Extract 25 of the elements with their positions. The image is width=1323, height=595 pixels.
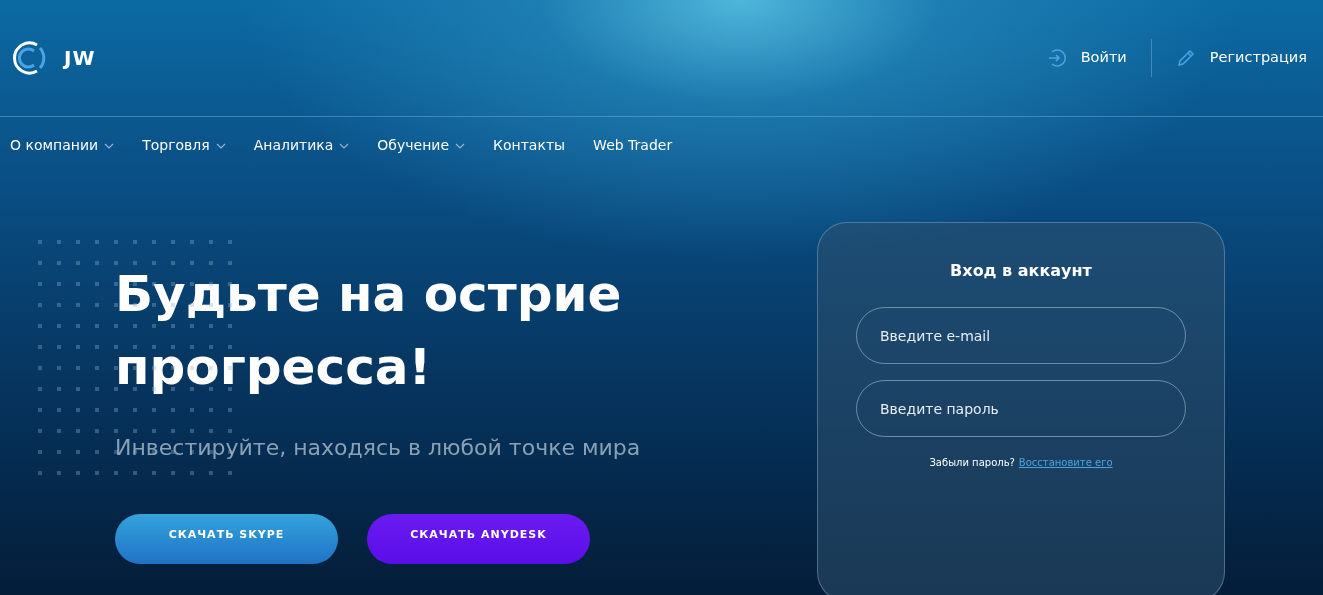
caret-icon xyxy=(339,142,350,149)
input-field[interactable]: Введите e-mail xyxy=(856,307,1186,364)
input-field[interactable]: Введите пароль xyxy=(856,380,1186,437)
nav-link[interactable]: Аналитика xyxy=(253,135,350,156)
card-title: Вход в аккаунт xyxy=(950,260,1092,282)
pencil-icon xyxy=(1175,48,1196,68)
nav-link[interactable]: Обучение xyxy=(377,135,466,156)
download-button[interactable]: СКАЧАТЬ ANYDESK xyxy=(367,514,590,564)
header-link[interactable]: Войти xyxy=(1046,47,1127,69)
logo-icon[interactable] xyxy=(10,39,48,77)
caret-icon xyxy=(455,142,466,149)
caret-icon xyxy=(104,142,115,149)
nav-link[interactable]: Контакты xyxy=(493,135,566,156)
download-button[interactable]: СКАЧАТЬ SKYPE xyxy=(115,514,338,564)
nav-link[interactable]: Торговля xyxy=(142,135,226,156)
brand-name[interactable]: JW xyxy=(64,43,96,73)
nav-link[interactable]: О компании xyxy=(10,135,115,156)
nav-link[interactable]: Web Trader xyxy=(593,135,673,156)
forgot-text: Забыли пароль? xyxy=(929,456,1015,470)
hero-title: Будьте на острие прогресса! xyxy=(115,264,623,398)
header-link[interactable]: Регистрация xyxy=(1175,47,1307,69)
restore-link[interactable]: Восстановите его xyxy=(1018,455,1113,470)
caret-icon xyxy=(215,142,226,149)
hero-subtitle: Инвестируйте, находясь в любой точке мира xyxy=(115,434,642,462)
login-icon xyxy=(1046,48,1067,68)
